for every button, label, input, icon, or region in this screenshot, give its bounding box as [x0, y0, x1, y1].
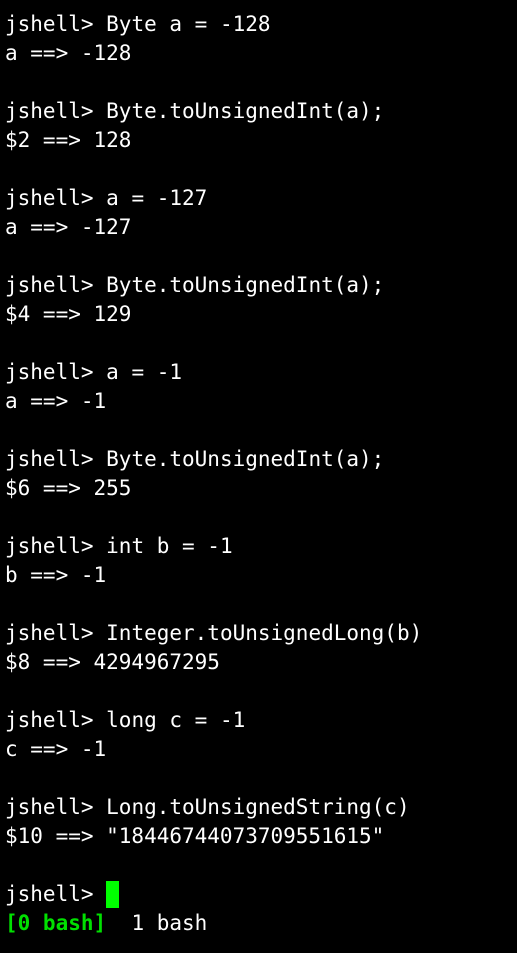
cursor	[106, 881, 120, 908]
prompt: jshell>	[5, 795, 107, 819]
command-text: Integer.toUnsignedLong(b)	[106, 621, 423, 645]
command-text: Byte.toUnsignedInt(a);	[106, 99, 385, 123]
tmux-status-bar: [0 bash] 1 bash	[5, 909, 517, 938]
prompt: jshell>	[5, 621, 107, 645]
command-line: jshell> Long.toUnsignedString(c)	[5, 793, 517, 822]
output-line: $2 ==> 128	[5, 128, 132, 152]
output-line: $4 ==> 129	[5, 302, 132, 326]
prompt: jshell>	[5, 12, 107, 36]
current-prompt-line[interactable]: jshell>	[5, 880, 517, 909]
command-line: jshell> Byte.toUnsignedInt(a);	[5, 97, 517, 126]
output-line: c ==> -1	[5, 737, 107, 761]
command-line: jshell> Integer.toUnsignedLong(b)	[5, 619, 517, 648]
status-window-active[interactable]: [0 bash]	[5, 911, 106, 935]
prompt: jshell>	[5, 273, 107, 297]
command-line: jshell> Byte.toUnsignedInt(a);	[5, 271, 517, 300]
command-line: jshell> Byte.toUnsignedInt(a);	[5, 445, 517, 474]
output-line: $6 ==> 255	[5, 476, 132, 500]
status-window-other[interactable]: 1 bash	[106, 911, 207, 935]
output-line: a ==> -127	[5, 215, 132, 239]
command-line: jshell> Byte a = -128	[5, 10, 517, 39]
command-text: Byte.toUnsignedInt(a);	[106, 273, 385, 297]
command-line: jshell> int b = -1	[5, 532, 517, 561]
output-line: $8 ==> 4294967295	[5, 650, 220, 674]
prompt: jshell>	[5, 447, 107, 471]
terminal-window[interactable]: jshell> Byte a = -128 a ==> -128 jshell> B…	[0, 0, 517, 953]
prompt: jshell>	[5, 708, 107, 732]
output-line: a ==> -128	[5, 41, 132, 65]
command-text: Byte a = -128	[106, 12, 271, 36]
prompt: jshell>	[5, 534, 107, 558]
prompt: jshell>	[5, 360, 107, 384]
command-line: jshell> long c = -1	[5, 706, 517, 735]
prompt: jshell>	[5, 99, 107, 123]
command-text: a = -127	[106, 186, 208, 210]
command-text: a = -1	[106, 360, 183, 384]
command-line: jshell> a = -1	[5, 358, 517, 387]
command-line: jshell> a = -127	[5, 184, 517, 213]
command-text: long c = -1	[106, 708, 246, 732]
command-text: int b = -1	[106, 534, 233, 558]
command-text: Byte.toUnsignedInt(a);	[106, 447, 385, 471]
output-line: a ==> -1	[5, 389, 107, 413]
prompt: jshell>	[5, 882, 107, 906]
prompt: jshell>	[5, 186, 107, 210]
command-text: Long.toUnsignedString(c)	[106, 795, 410, 819]
output-line: b ==> -1	[5, 563, 107, 587]
terminal-history: jshell> Byte a = -128 a ==> -128 jshell> B…	[5, 10, 517, 880]
output-line: $10 ==> "18446744073709551615"	[5, 824, 385, 848]
